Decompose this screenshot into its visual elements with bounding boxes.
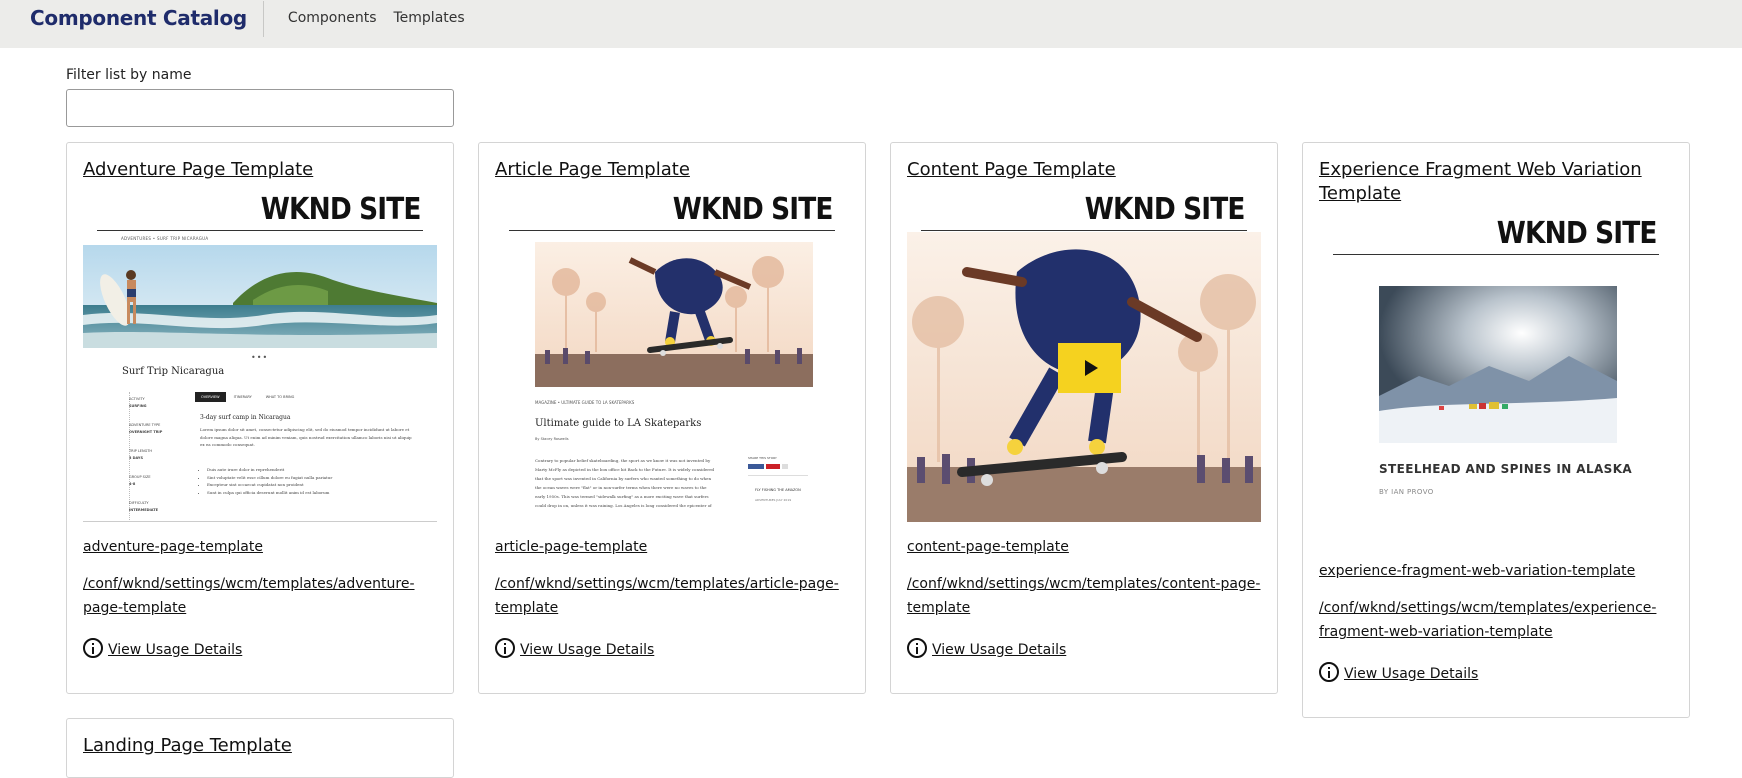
play-icon [1085, 360, 1098, 376]
nav-divider [262, 1, 264, 37]
alaska-image [1379, 286, 1617, 443]
template-path-link[interactable]: /conf/wknd/settings/wcm/templates/experi… [1319, 596, 1673, 644]
view-usage-link[interactable]: View Usage Details [108, 642, 242, 658]
thumb-side-title: SHARE THIS STORY [748, 456, 777, 460]
thumb-side-item: FLY FISHING THE AMAZON [755, 488, 801, 492]
meta-length-value: 3 DAYS [129, 456, 143, 460]
info-icon [1319, 662, 1339, 682]
nav-link-components[interactable]: Components [288, 10, 377, 26]
usage-row: View Usage Details [495, 638, 849, 658]
thumb-tab-overview: OVERVIEW [195, 392, 226, 402]
filter-label: Filter list by name [66, 67, 192, 83]
template-name-link[interactable]: content-page-template [907, 536, 1261, 558]
surf-hero-image [83, 245, 437, 348]
template-thumbnail[interactable]: WKND SITE MAGAZINE • ULTIMATE GUIDE TO L… [495, 192, 849, 522]
skater-image [535, 242, 813, 387]
info-icon [907, 638, 927, 658]
share-facebook-icon [748, 464, 764, 469]
info-icon [495, 638, 515, 658]
view-usage-link[interactable]: View Usage Details [932, 642, 1066, 658]
thumb-breadcrumb: ADVENTURES • SURF TRIP NICARAGUA [121, 236, 209, 241]
template-card-adventure: Adventure Page Template WKND SITE ADVENT… [66, 142, 454, 694]
template-path-link[interactable]: /conf/wknd/settings/wcm/templates/conten… [907, 572, 1261, 620]
template-name-link[interactable]: experience-fragment-web-variation-templa… [1319, 560, 1673, 582]
meta-type-value: OVERNIGHT TRIP [129, 430, 163, 434]
card-title-link[interactable]: Article Page Template [495, 158, 849, 182]
share-other-icon [782, 464, 788, 469]
wknd-logo: WKND SITE [261, 192, 422, 227]
card-title-link[interactable]: Content Page Template [907, 158, 1261, 182]
meta-length-label: TRIP LENGTH [129, 449, 152, 453]
thumb-subheading: 3-day surf camp in Nicaragua [200, 414, 291, 421]
logo-divider [97, 230, 423, 231]
thumb-tab-itinerary: ITINERARY [233, 395, 252, 399]
carousel-dots[interactable]: ••• [251, 353, 268, 362]
filter-input[interactable] [66, 89, 454, 127]
thumb-tab-bring: WHAT TO BRING [265, 395, 295, 399]
template-path-link[interactable]: /conf/wknd/settings/wcm/templates/articl… [495, 572, 849, 620]
thumb-bullet: Sunt in culpa qui officia deserunt molli… [207, 489, 407, 497]
card-title-link[interactable]: Landing Page Template [83, 734, 437, 758]
card-title-link[interactable]: Adventure Page Template [83, 158, 437, 182]
meta-type-label: ADVENTURE TYPE [129, 423, 161, 427]
card-title-link[interactable]: Experience Fragment Web Variation Templa… [1319, 158, 1673, 206]
thumb-meta: ACTIVITY SURFING ADVENTURE TYPE OVERNIGH… [129, 396, 189, 514]
usage-row: View Usage Details [907, 638, 1261, 658]
template-name-link[interactable]: adventure-page-template [83, 536, 437, 558]
thumb-share-buttons [748, 464, 788, 469]
logo-divider [1333, 254, 1659, 255]
thumb-bullet: Sint voluptate velit esse cillum dolore … [207, 474, 407, 482]
thumb-footer-line [83, 521, 437, 522]
nav-link-templates[interactable]: Templates [394, 10, 465, 26]
template-card-experience-fragment: Experience Fragment Web Variation Templa… [1302, 142, 1690, 718]
thumb-byline: By Stacey Roswells [535, 437, 569, 441]
thumb-bullet: Excepteur sint occaecat cupidatat non pr… [207, 481, 407, 489]
top-nav-bar: Component Catalog Components Templates [0, 0, 1742, 48]
view-usage-link[interactable]: View Usage Details [1344, 666, 1478, 682]
usage-row: View Usage Details [83, 638, 437, 658]
logo-divider [921, 230, 1247, 231]
meta-activity-label: ACTIVITY [129, 397, 145, 401]
play-button[interactable] [1058, 343, 1121, 393]
template-card-content: Content Page Template WKND SITE content-… [890, 142, 1278, 694]
thumb-tabs: OVERVIEW ITINERARY WHAT TO BRING [195, 392, 300, 402]
info-icon [83, 638, 103, 658]
wknd-logo: WKND SITE [673, 192, 834, 227]
thumb-heading: Surf Trip Nicaragua [122, 366, 225, 377]
thumb-body: Contrary to popular belief skateboarding… [535, 458, 715, 508]
thumb-side-divider [748, 475, 808, 476]
thumb-heading: Ultimate guide to LA Skateparks [535, 418, 702, 429]
template-card-landing: Landing Page Template [66, 718, 454, 778]
usage-row: View Usage Details [1319, 662, 1673, 682]
thumb-body: Lorem ipsum dolor sit amet, consectetur … [200, 427, 412, 447]
template-thumbnail[interactable]: WKND SITE [907, 192, 1261, 522]
thumb-side-meta: ADVENTURES JULY 2019 [755, 498, 792, 502]
template-thumbnail[interactable]: WKND SITE ADVENTURES • SURF TRIP NICARAG… [83, 192, 437, 522]
wknd-logo: WKND SITE [1085, 192, 1246, 227]
thumb-heading: STEELHEAD AND SPINES IN ALASKA [1379, 462, 1633, 476]
template-name-link[interactable]: article-page-template [495, 536, 849, 558]
meta-difficulty-label: DIFFICULTY [129, 501, 149, 505]
meta-difficulty-value: INTERMEDIATE [129, 508, 159, 512]
thumb-bullet: Duis aute irure dolor in reprehenderit [207, 466, 407, 474]
template-card-article: Article Page Template WKND SITE MAGAZINE… [478, 142, 866, 694]
meta-activity-value: SURFING [129, 404, 147, 408]
share-pinterest-icon [766, 464, 780, 469]
meta-group-label: GROUP SIZE [129, 475, 151, 479]
meta-group-value: 4-8 [129, 482, 136, 486]
template-thumbnail[interactable]: WKND SITE STEELHEAD AND SPINES IN ALASKA… [1319, 216, 1673, 546]
thumb-breadcrumb: MAGAZINE • ULTIMATE GUIDE TO LA SKATEPAR… [535, 400, 635, 405]
thumb-bullets: Duis aute irure dolor in reprehenderit S… [207, 466, 407, 496]
thumb-byline: BY IAN PROVO [1379, 488, 1434, 496]
wknd-logo: WKND SITE [1497, 216, 1658, 251]
brand-title[interactable]: Component Catalog [30, 6, 247, 30]
template-path-link[interactable]: /conf/wknd/settings/wcm/templates/advent… [83, 572, 437, 620]
view-usage-link[interactable]: View Usage Details [520, 642, 654, 658]
logo-divider [509, 230, 835, 231]
